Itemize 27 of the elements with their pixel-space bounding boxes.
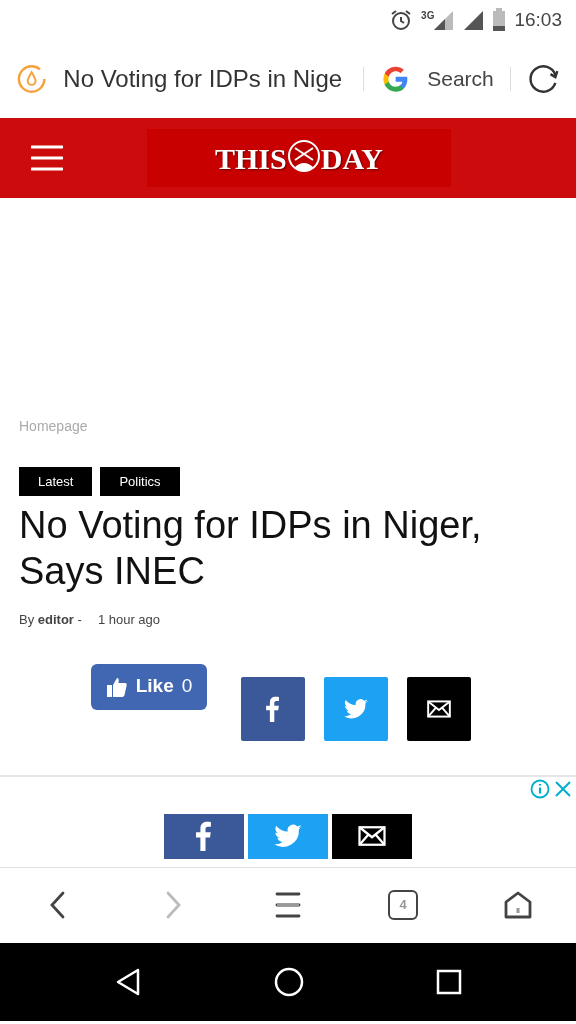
facebook-share-button[interactable]: [164, 813, 244, 859]
like-button[interactable]: Like 0: [91, 663, 207, 710]
page-title[interactable]: No Voting for IDPs in Nige: [63, 61, 347, 97]
email-share-button[interactable]: [332, 813, 412, 859]
info-icon[interactable]: [530, 778, 550, 799]
twitter-share-button[interactable]: [324, 676, 388, 741]
home-icon[interactable]: [273, 965, 305, 998]
battery-icon: [492, 8, 507, 32]
facebook-share-button[interactable]: [241, 676, 305, 741]
home-icon[interactable]: [503, 890, 534, 920]
byline-author: By editor -: [19, 611, 82, 629]
thumbs-up-icon: [105, 675, 128, 698]
category-tag[interactable]: Politics: [100, 467, 180, 496]
menu-icon[interactable]: [274, 891, 301, 919]
signal-icon: [432, 9, 455, 31]
site-logo[interactable]: THIS DAY: [147, 129, 451, 187]
reload-icon[interactable]: [526, 62, 560, 96]
recents-icon[interactable]: [436, 968, 463, 995]
email-share-button[interactable]: [407, 676, 471, 741]
category-tag[interactable]: Latest: [19, 467, 93, 496]
signal-icon: [462, 9, 485, 31]
network-type: 3G: [421, 9, 435, 23]
search-button[interactable]: Search: [427, 63, 494, 95]
byline-time: 1 hour ago: [97, 611, 161, 629]
close-icon[interactable]: [554, 778, 572, 799]
clock-time: 16:03: [514, 7, 562, 32]
article-title: No Voting for IDPs in Niger, Says INEC: [18, 503, 483, 594]
